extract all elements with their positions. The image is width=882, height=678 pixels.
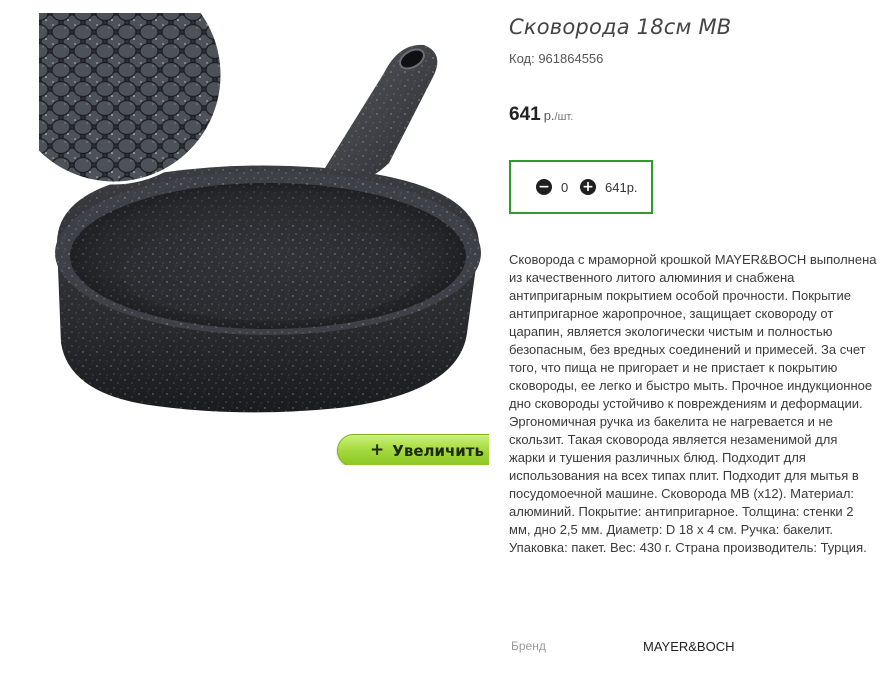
price-per-unit: /шт. — [554, 111, 574, 123]
quantity-total: 641р. — [605, 180, 638, 195]
product-price: 641 р./шт. — [509, 104, 573, 126]
price-value: 641 — [509, 104, 541, 125]
product-code: Код: 961864556 — [509, 51, 604, 66]
zoom-image-button[interactable]: + Увеличить — [337, 434, 489, 465]
product-description: Сковорода с мраморной крошкой MAYER&BOCH… — [509, 252, 877, 555]
quantity-value: 0 — [561, 180, 569, 195]
product-image[interactable]: + Увеличить — [39, 13, 489, 465]
zoom-image-label: Увеличить — [392, 441, 484, 460]
minus-circle-icon[interactable]: − — [536, 179, 552, 195]
brand-value: MAYER&BOCH — [643, 639, 735, 654]
plus-icon: + — [370, 440, 385, 460]
plus-circle-icon[interactable]: + — [580, 179, 596, 195]
quantity-selector: − 0 + 641р. — [509, 160, 653, 214]
frying-pan-picture — [39, 13, 489, 465]
price-currency: р. — [543, 108, 555, 123]
brand-label: Бренд — [511, 639, 546, 653]
product-title: Сковорода 18см MB — [509, 15, 732, 39]
